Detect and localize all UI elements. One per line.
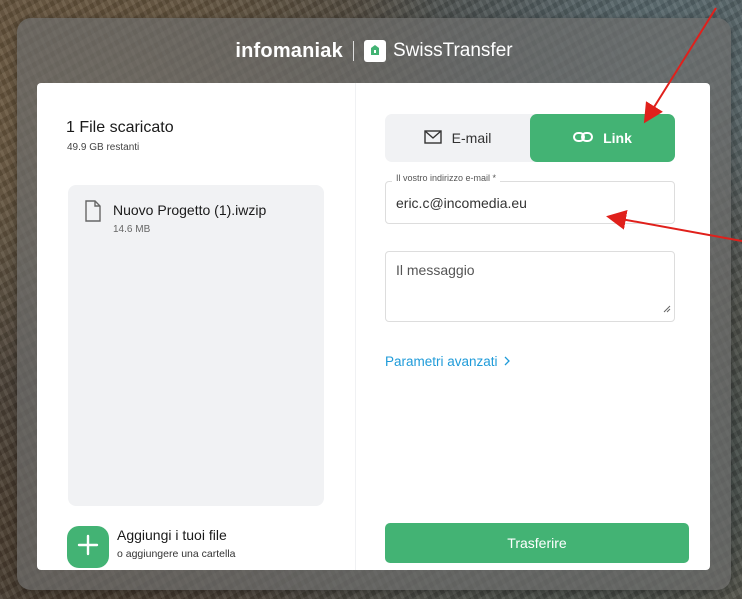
email-field: Il vostro indirizzo e-mail * — [385, 173, 675, 224]
file-list: Nuovo Progetto (1).iwzip 14.6 MB — [68, 185, 324, 506]
resize-grip-icon[interactable] — [663, 300, 671, 318]
tab-email-label: E-mail — [451, 130, 492, 146]
transfer-button[interactable]: Trasferire — [385, 523, 689, 563]
add-files-button[interactable] — [67, 526, 109, 568]
swisstransfer-logo-text: SwissTransfer — [392, 40, 513, 61]
email-input[interactable] — [386, 182, 674, 223]
tab-link-label: Link — [603, 130, 632, 146]
message-field — [385, 251, 675, 322]
add-files-title[interactable]: Aggiungi i tuoi file — [117, 527, 227, 543]
advanced-settings-label: Parametri avanzati — [385, 354, 498, 369]
app-frame: infomaniak SwissTransfer 1 File scaricat… — [17, 18, 731, 590]
add-folder-link[interactable]: o aggiungere una cartella — [117, 548, 236, 560]
infomaniak-logo: infomaniak — [235, 39, 343, 62]
plus-icon — [77, 534, 99, 561]
brand-header: infomaniak SwissTransfer — [17, 38, 731, 64]
tab-email[interactable]: E-mail — [385, 114, 530, 162]
message-textarea[interactable] — [386, 252, 674, 321]
file-size: 14.6 MB — [113, 224, 151, 235]
transfer-card: 1 File scaricato 49.9 GB restanti Nuovo … — [37, 83, 710, 570]
files-panel: 1 File scaricato 49.9 GB restanti Nuovo … — [37, 83, 356, 570]
chevron-right-icon — [504, 354, 510, 369]
transfer-mode-tabs: E-mail Link — [385, 114, 675, 162]
logo-divider — [352, 41, 354, 61]
file-name: Nuovo Progetto (1).iwzip — [113, 202, 267, 218]
advanced-settings-link[interactable]: Parametri avanzati — [385, 354, 510, 369]
swisstransfer-logo-icon — [363, 40, 386, 62]
file-icon — [84, 200, 102, 227]
files-count-title: 1 File scaricato — [66, 119, 174, 136]
envelope-icon — [423, 129, 442, 147]
storage-remaining: 49.9 GB restanti — [67, 142, 140, 153]
link-icon — [573, 130, 594, 146]
tab-link[interactable]: Link — [530, 114, 675, 162]
